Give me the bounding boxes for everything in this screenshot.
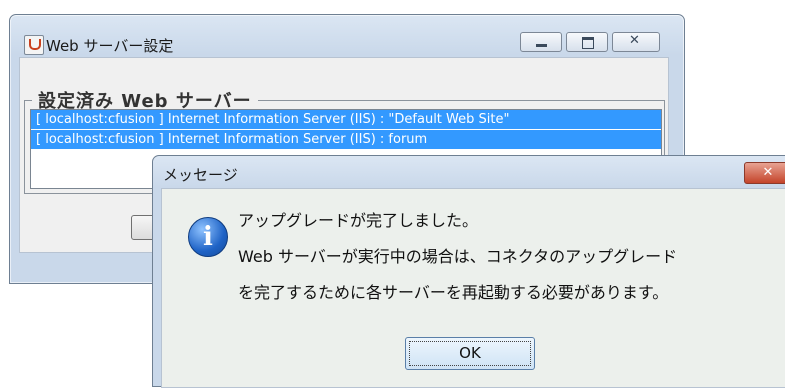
close-button[interactable]: [612, 32, 660, 52]
list-item[interactable]: [ localhost:cfusion ] Internet Informati…: [31, 130, 661, 150]
dialog-content: i アップグレードが完了しました。 Web サーバーが実行中の場合は、コネクタの…: [161, 188, 785, 388]
message-line-1: アップグレードが完了しました。: [238, 211, 479, 230]
ok-button[interactable]: OK: [405, 337, 535, 370]
message-line-3: を完了するために各サーバーを再起動する必要があります。: [238, 283, 669, 302]
dialog-close-button[interactable]: ✕: [744, 162, 785, 184]
info-icon: i: [188, 217, 228, 257]
window-title: Web サーバー設定: [46, 37, 174, 55]
maximize-button[interactable]: [566, 32, 608, 52]
dialog-title: メッセージ: [163, 166, 238, 184]
message-dialog: メッセージ ✕ i アップグレードが完了しました。 Web サーバーが実行中の場…: [152, 155, 785, 388]
java-app-icon: [24, 35, 44, 55]
minimize-button[interactable]: [520, 32, 562, 52]
list-item[interactable]: [ localhost:cfusion ] Internet Informati…: [31, 110, 661, 130]
message-line-2: Web サーバーが実行中の場合は、コネクタのアップグレード: [238, 247, 678, 266]
